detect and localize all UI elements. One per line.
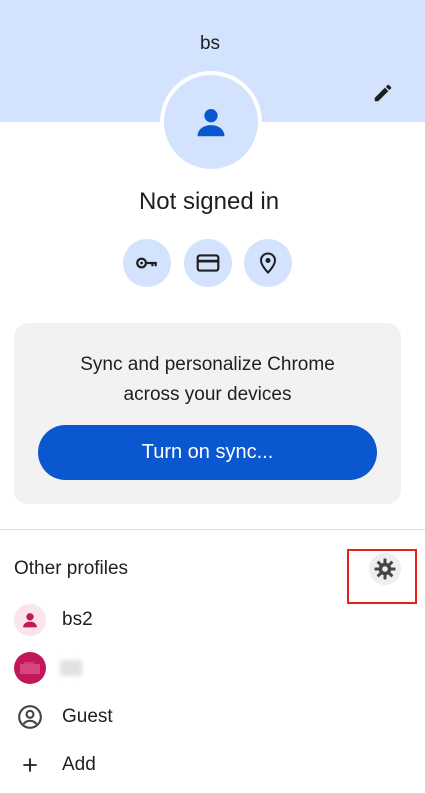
guest-profile-item[interactable]: Guest: [0, 695, 425, 739]
profile-item-2[interactable]: [0, 646, 425, 690]
divider: [0, 529, 425, 530]
sync-card: Sync and personalize Chrome across your …: [14, 323, 401, 504]
signin-status: Not signed in: [138, 188, 280, 215]
sync-promo-line-2: across your devices: [123, 384, 292, 405]
gear-icon: [374, 558, 396, 580]
redacted-name: [60, 660, 82, 676]
other-profiles-heading: Other profiles: [14, 558, 129, 579]
person-icon: [23, 613, 37, 628]
payment-methods-button[interactable]: [184, 239, 232, 287]
turn-on-sync-button[interactable]: Turn on sync...: [38, 425, 377, 480]
credit-card-icon: [196, 254, 220, 272]
edit-profile-button[interactable]: [368, 78, 398, 108]
guest-avatar: [14, 701, 46, 733]
profile-avatar: [14, 604, 46, 636]
person-icon: [197, 109, 225, 137]
guest-account-icon: [18, 705, 42, 729]
profile-name: bs: [199, 33, 221, 54]
plus-icon: [23, 758, 37, 772]
sync-promo-line-1: Sync and personalize Chrome: [80, 354, 335, 375]
add-profile-item[interactable]: Add: [0, 743, 425, 787]
key-icon: [136, 257, 157, 269]
profile-label: bs2: [62, 609, 93, 630]
passwords-button[interactable]: [123, 239, 171, 287]
pencil-icon: [374, 84, 392, 102]
manage-profiles-settings-button[interactable]: [369, 553, 401, 585]
profile-photo-avatar: [14, 652, 46, 684]
avatar: [164, 75, 258, 169]
profile-item-bs2[interactable]: bs2: [0, 598, 425, 642]
sync-promo-text: Sync and personalize Chrome across your …: [14, 350, 401, 410]
add-label: Add: [62, 754, 96, 775]
add-avatar: [14, 749, 46, 781]
location-pin-icon: [259, 252, 277, 274]
profile-photo: [20, 662, 40, 674]
guest-label: Guest: [62, 706, 113, 727]
addresses-button[interactable]: [244, 239, 292, 287]
